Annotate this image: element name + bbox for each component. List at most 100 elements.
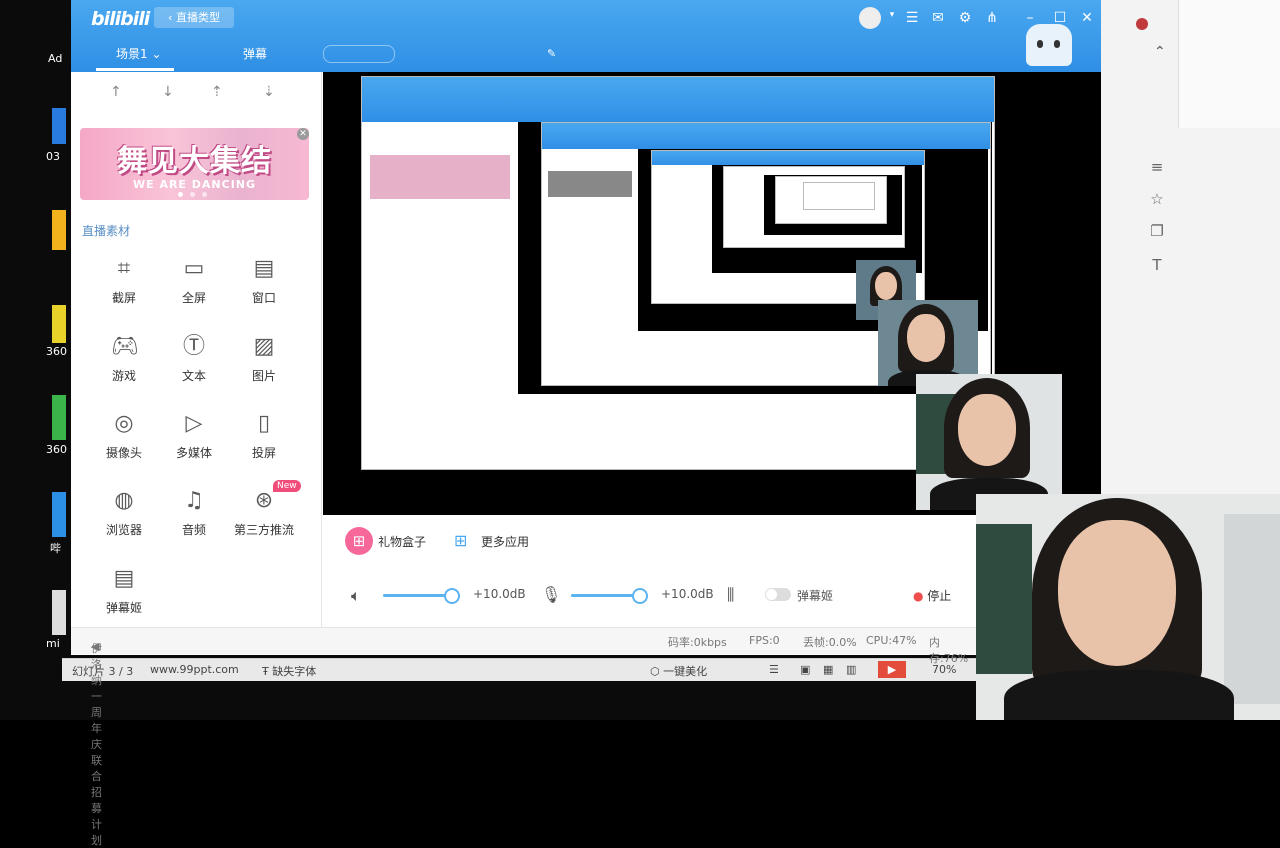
tab-scene[interactable]: 场景1 ⌄ xyxy=(116,45,162,62)
microphone-icon[interactable]: 🎙︎ xyxy=(541,585,561,604)
edit-icon[interactable]: ✎ xyxy=(547,47,556,60)
face xyxy=(907,314,945,362)
beautify-button[interactable]: ⬡ 一键美化 xyxy=(650,663,707,679)
carousel-dot[interactable] xyxy=(202,192,207,197)
sorter-view-icon[interactable]: ▦ xyxy=(823,663,833,676)
back-button[interactable]: ‹ 直播类型 xyxy=(154,7,234,28)
mascot-eye xyxy=(1054,40,1060,48)
sliders-icon[interactable]: ≡ xyxy=(1148,158,1166,176)
tool-audio[interactable]: ♫ 音频 xyxy=(159,488,229,538)
tool-screenshot[interactable]: ⌗ 截屏 xyxy=(89,256,159,306)
tool-text[interactable]: Ⓣ 文本 xyxy=(159,334,229,384)
tool-projection[interactable]: ▯ 投屏 xyxy=(229,411,299,461)
move-up-icon[interactable]: ↑ xyxy=(110,84,122,100)
tool-third-party-stream[interactable]: ⊛ 第三方推流 xyxy=(229,488,299,538)
preview-banner xyxy=(548,171,632,197)
tool-danmaku-bot[interactable]: ▤ 弹幕姬 xyxy=(89,566,159,616)
desktop-app-icon[interactable] xyxy=(52,210,66,250)
background-app-panel: ⌃ ≡ ☆ ❐ T xyxy=(1100,0,1280,495)
webcam-overlay-main xyxy=(976,494,1280,720)
recording-dot-icon: ● xyxy=(913,589,928,603)
chevron-left-icon: ‹ xyxy=(168,11,176,24)
avatar[interactable] xyxy=(1136,18,1148,30)
move-down-icon[interactable]: ↓ xyxy=(162,84,174,100)
gift-icon[interactable]: ⊞ xyxy=(345,527,373,555)
apps-grid-icon[interactable]: ⊞ xyxy=(454,531,467,550)
move-top-icon[interactable]: ⇡ xyxy=(211,84,223,100)
bitrate: 码率:0kbps xyxy=(668,636,727,649)
desktop-label[interactable]: Ad xyxy=(48,52,62,65)
speaker-volume-slider[interactable] xyxy=(383,588,460,604)
tool-fullscreen[interactable]: ▭ 全屏 xyxy=(159,256,229,306)
mail-icon[interactable]: ✉ xyxy=(929,10,947,26)
danmaku-toggle-label: 弹幕姬 xyxy=(797,589,834,603)
gift-box-label[interactable]: 礼物盒子 xyxy=(378,533,426,550)
tool-window[interactable]: ▤ 窗口 xyxy=(229,256,299,306)
tool-camera[interactable]: ◎ 摄像头 xyxy=(89,411,159,461)
desktop-app-icon[interactable] xyxy=(52,590,66,635)
monitor-icon: ▭ xyxy=(183,256,205,281)
site-link[interactable]: www.99ppt.com xyxy=(150,663,239,676)
desktop-app-icon[interactable] xyxy=(52,305,66,343)
banner-subtitle: WE ARE DANCING xyxy=(132,178,257,191)
text-icon[interactable]: T xyxy=(1148,256,1166,274)
more-apps-label[interactable]: 更多应用 xyxy=(481,533,529,550)
tool-browser[interactable]: ◍ 浏览器 xyxy=(89,488,159,538)
notes-icon[interactable]: ☰ xyxy=(769,663,779,676)
section-label: 直播素材 xyxy=(82,224,131,238)
body xyxy=(1004,670,1234,720)
tool-media[interactable]: ▷ 多媒体 xyxy=(159,411,229,461)
desktop-label[interactable]: 360 xyxy=(46,345,67,358)
speaker-volume-fill xyxy=(383,594,451,597)
reading-view-icon[interactable]: ▥ xyxy=(846,663,856,676)
speaker-volume-knob[interactable] xyxy=(443,588,460,604)
tool-game[interactable]: 🎮︎ 游戏 xyxy=(89,334,159,384)
desktop-app-icon[interactable] xyxy=(52,492,66,537)
desktop-label[interactable]: 360 xyxy=(46,443,67,456)
gear-icon[interactable]: ⚙ xyxy=(956,10,974,26)
crop-icon: ⌗ xyxy=(117,256,131,281)
scene-name-field[interactable] xyxy=(323,45,395,63)
preview-banner xyxy=(370,155,510,199)
chat-icon: ▤ xyxy=(113,566,135,591)
carousel-dot[interactable] xyxy=(178,192,183,197)
webcam-overlay-large xyxy=(916,374,1062,510)
memory-usage: 内存:76% xyxy=(929,636,969,665)
speaker-icon[interactable]: 🔈︎ xyxy=(351,586,361,606)
user-avatar[interactable] xyxy=(859,7,881,29)
chevron-up-icon[interactable]: ⌃ xyxy=(1154,44,1166,60)
camera-icon: ◎ xyxy=(114,411,134,436)
desktop-label[interactable]: mi xyxy=(46,637,60,650)
share-icon[interactable]: ⋔ xyxy=(983,10,1001,26)
move-bottom-icon[interactable]: ⇣ xyxy=(263,84,275,100)
desktop-label[interactable]: 03 xyxy=(46,150,60,163)
danmaku-toggle[interactable] xyxy=(765,588,791,601)
copy-icon[interactable]: ❐ xyxy=(1148,222,1166,240)
speaker-db: +10.0dB xyxy=(473,587,526,601)
normal-view-icon[interactable]: ▣ xyxy=(800,663,810,676)
menu-icon[interactable]: ☰ xyxy=(903,10,921,26)
carousel-dot[interactable] xyxy=(190,192,195,197)
close-icon[interactable]: ✕ xyxy=(1078,10,1096,26)
chevron-down-icon: ⌄ xyxy=(151,47,162,61)
star-icon[interactable]: ☆ xyxy=(1148,190,1166,208)
desktop-app-icon[interactable] xyxy=(52,108,66,144)
tool-image[interactable]: ▨ 图片 xyxy=(229,334,299,384)
play-icon[interactable]: ▶ xyxy=(878,661,906,678)
tab-danmaku[interactable]: 弹幕 xyxy=(243,45,267,62)
banner-close-icon[interactable]: ✕ xyxy=(297,128,309,140)
control-bar: ⊞ 礼物盒子 ⊞ 更多应用 🔈︎ +10.0dB 🎙︎ +10.0dB ⫼ 弹幕… xyxy=(323,515,976,627)
missing-font-button[interactable]: Ŧ 缺失字体 xyxy=(262,663,316,679)
window-icon: ▤ xyxy=(253,256,275,281)
desktop-app-icon[interactable] xyxy=(52,395,66,440)
stop-button[interactable]: ● 停止 xyxy=(913,587,951,604)
mic-volume-slider[interactable] xyxy=(571,588,648,604)
status-bar: ◀ 伊洛纳 一周年庆联合招募计划 码率:0kbps FPS:0 丢帧:0.0% … xyxy=(71,627,976,847)
chevron-down-icon[interactable]: ▾ xyxy=(883,10,901,20)
mascot-eye xyxy=(1037,40,1043,48)
mixer-icon[interactable]: ⫼ xyxy=(727,585,734,605)
mic-volume-knob[interactable] xyxy=(631,588,648,604)
desktop-label[interactable]: 哔 xyxy=(50,540,61,556)
promo-banner[interactable]: 舞见大集结 WE ARE DANCING xyxy=(80,128,309,200)
banner-title: 舞见大集结 xyxy=(117,144,272,179)
